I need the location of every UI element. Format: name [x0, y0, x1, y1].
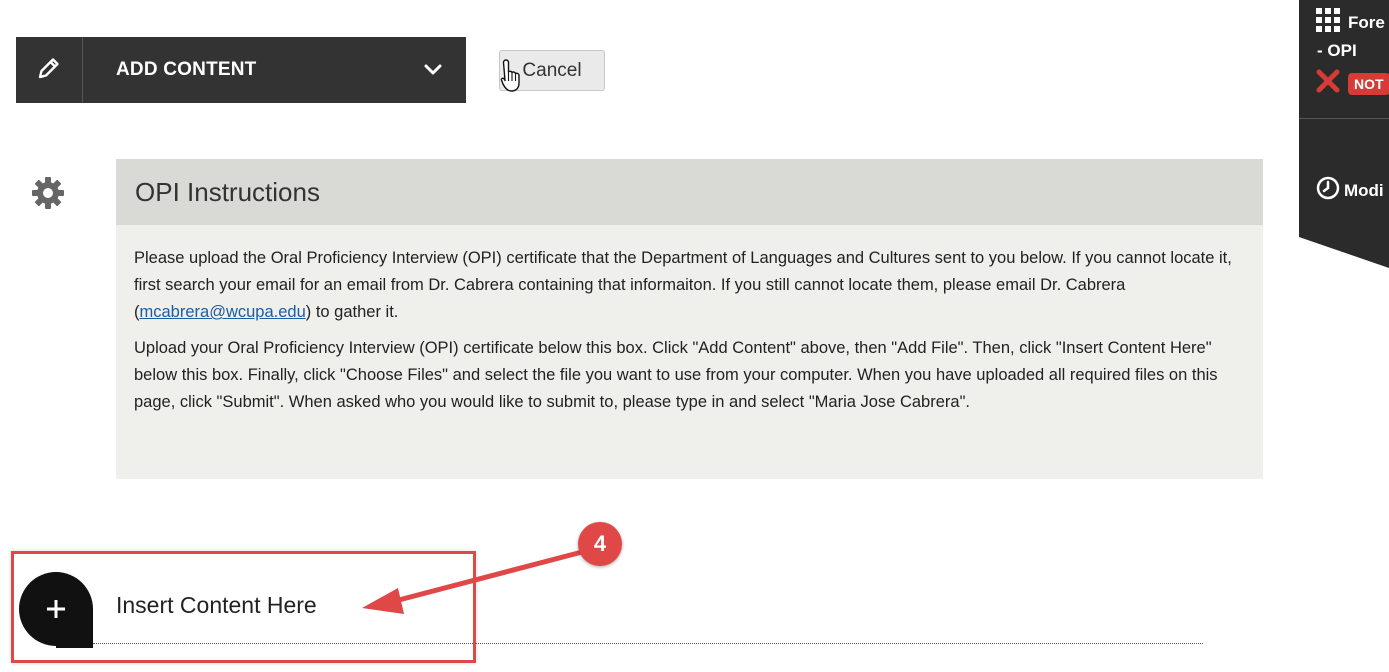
instructions-body: Please upload the Oral Proficiency Inter…: [116, 225, 1263, 416]
submission-status: NOT: [1316, 69, 1389, 98]
instructions-paragraph-2: Upload your Oral Proficiency Interview (…: [134, 339, 1218, 411]
modified-info: Modi: [1316, 176, 1384, 205]
x-icon: [1316, 69, 1340, 98]
hand-cursor-icon: [500, 58, 522, 99]
panel-divider: [1299, 118, 1389, 119]
edit-button[interactable]: [16, 37, 83, 103]
panel-title[interactable]: Fore: [1316, 8, 1385, 37]
annotation-highlight-box: [11, 551, 476, 663]
step-number-badge: 4: [578, 522, 622, 566]
opi-instructions-box: OPI Instructions Please upload the Oral …: [116, 159, 1263, 479]
add-content-dropdown[interactable]: ADD CONTENT: [16, 37, 466, 103]
p1-text-end: ) to gather it.: [305, 303, 399, 321]
pencil-icon: [36, 55, 62, 86]
grid-icon: [1316, 8, 1340, 37]
add-content-label: ADD CONTENT: [116, 59, 257, 80]
email-link[interactable]: mcabrera@wcupa.edu: [140, 303, 306, 321]
clock-icon: [1316, 176, 1340, 205]
instructions-paragraph-1: Please upload the Oral Proficiency Inter…: [134, 245, 1245, 326]
status-badge: NOT: [1348, 72, 1389, 95]
gear-icon[interactable]: [31, 176, 65, 215]
panel-title-text: Fore: [1348, 12, 1385, 32]
modified-label: Modi: [1344, 180, 1384, 200]
instructions-title: OPI Instructions: [116, 159, 1263, 225]
panel-subtitle: - OPI: [1317, 41, 1357, 60]
chevron-down-icon[interactable]: [418, 55, 448, 85]
